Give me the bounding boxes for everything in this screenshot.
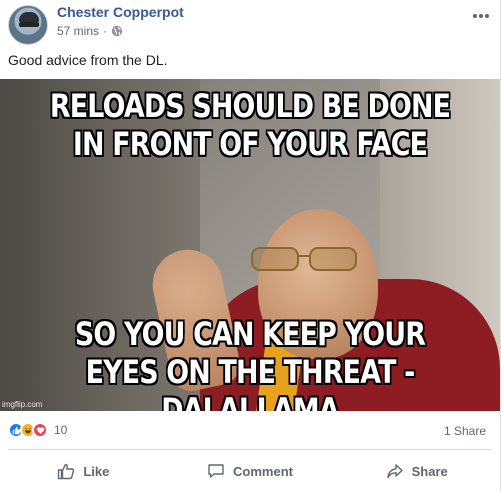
- post-image[interactable]: RELOADS SHOULD BE DONE IN FRONT OF YOUR …: [0, 79, 500, 411]
- meme-caption-bottom: SO YOU CAN KEEP YOUR EYES ON THE THREAT …: [74, 315, 426, 411]
- meta-separator: ·: [103, 24, 108, 38]
- comment-button-label: Comment: [233, 463, 293, 479]
- like-outline-icon: [58, 463, 75, 480]
- share-arrow-icon: [386, 464, 403, 479]
- like-button[interactable]: Like: [0, 455, 167, 487]
- comment-button[interactable]: Comment: [167, 455, 334, 487]
- post-card: Chester Copperpot 57 mins · Good advice …: [0, 0, 501, 492]
- share-button[interactable]: Share: [333, 455, 500, 487]
- post-stats: 10 1 Share: [0, 419, 500, 443]
- author-name[interactable]: Chester Copperpot: [57, 4, 184, 20]
- image-watermark: imgflip.com: [2, 400, 43, 409]
- reaction-count: 10: [54, 423, 68, 437]
- love-icon: [32, 422, 48, 438]
- comment-icon: [208, 464, 224, 478]
- avatar-glasses: [19, 22, 39, 27]
- globe-icon[interactable]: [111, 25, 123, 37]
- action-bar: Like Comment Share: [0, 455, 500, 487]
- reactions-summary[interactable]: 10: [8, 422, 67, 438]
- like-button-label: Like: [83, 463, 110, 479]
- meme-caption-top: RELOADS SHOULD BE DONE IN FRONT OF YOUR …: [49, 87, 451, 163]
- post-time[interactable]: 57 mins: [57, 24, 99, 38]
- image-glasses: [251, 247, 357, 271]
- more-options-icon[interactable]: [472, 8, 490, 18]
- post-header: Chester Copperpot 57 mins ·: [0, 0, 500, 46]
- post-meta: 57 mins ·: [57, 24, 123, 38]
- avatar-cap: [19, 12, 39, 22]
- divider: [8, 449, 492, 450]
- post-text: Good advice from the DL.: [8, 52, 168, 68]
- share-button-label: Share: [411, 463, 448, 479]
- share-count[interactable]: 1 Share: [444, 424, 486, 438]
- avatar[interactable]: [8, 5, 48, 45]
